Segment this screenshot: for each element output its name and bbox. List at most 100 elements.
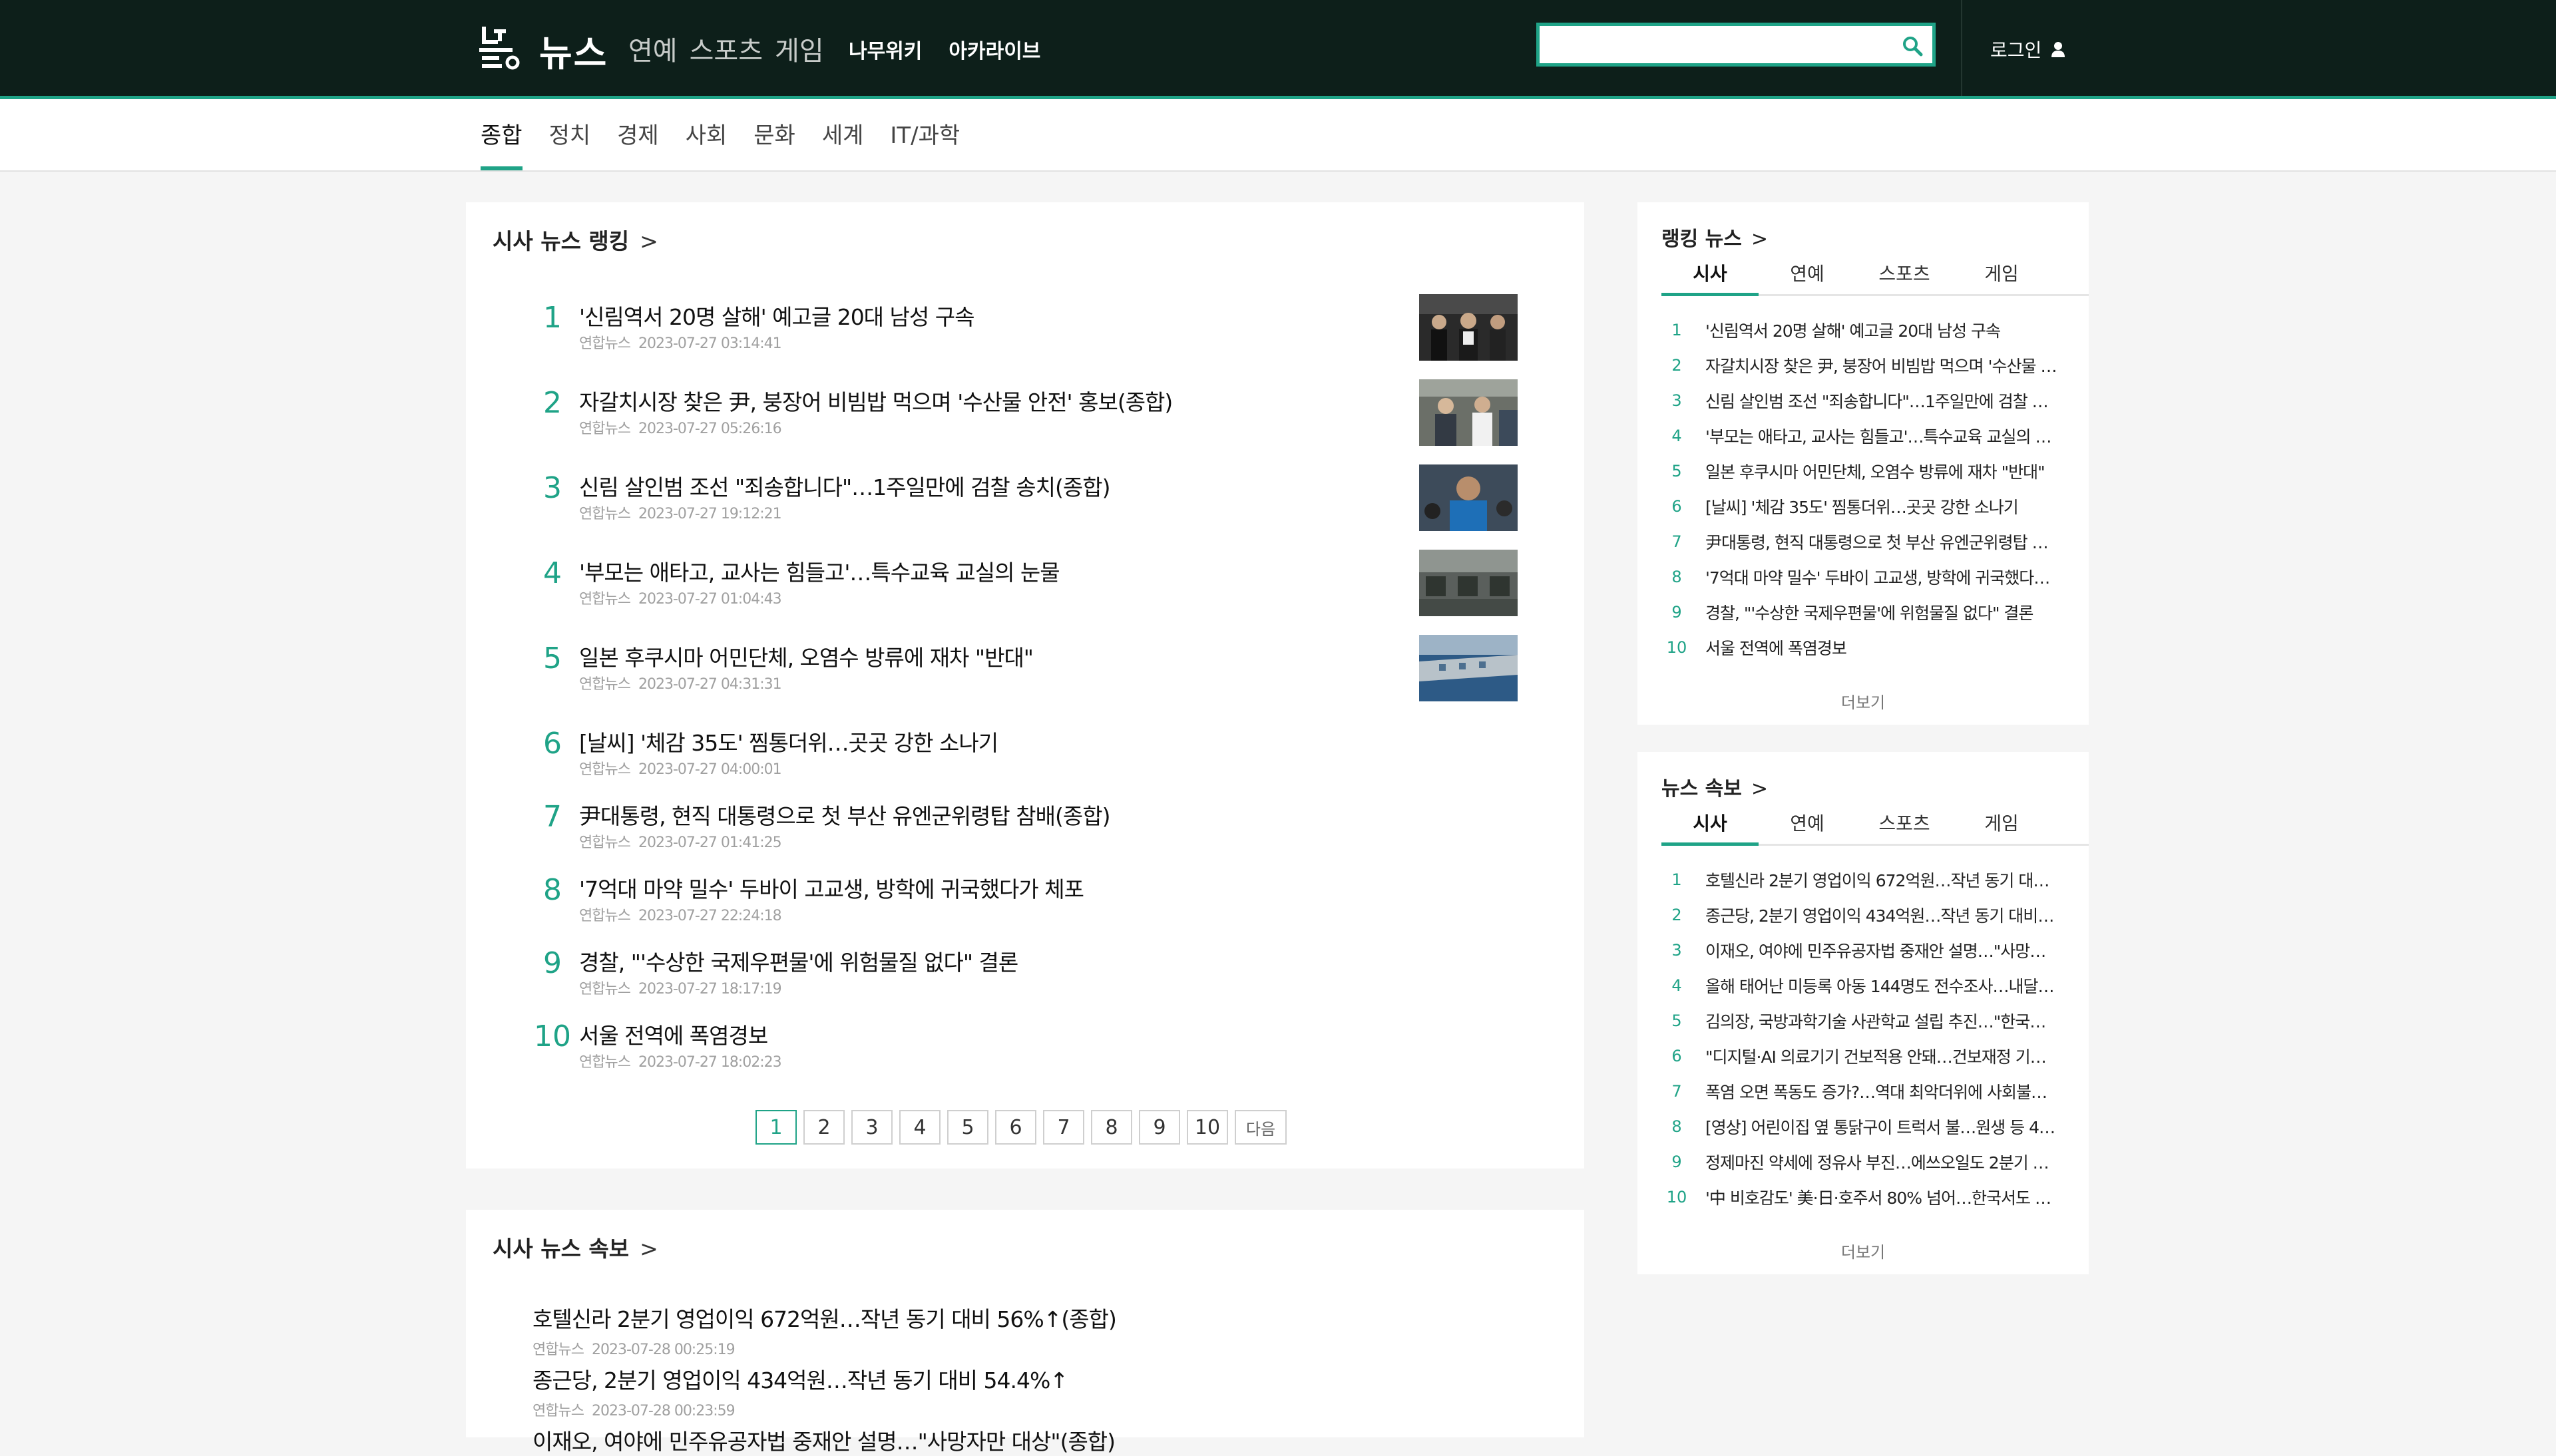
list-item-title[interactable]: [영상] 어린이집 옆 통닭구이 트럭서 불…원생 등 40여명 대피 (1705, 1115, 2058, 1139)
rank-title[interactable]: 尹대통령, 현직 대통령으로 첫 부산 유엔군위령탑 참배(종합) (579, 799, 1110, 830)
tab-culture[interactable]: 문화 (753, 99, 795, 170)
page-10-button[interactable]: 10 (1187, 1110, 1228, 1145)
list-item-title[interactable]: 이재오, 여야에 민주유공자법 중재안 설명…"사망자만 대상"(종합) (1705, 938, 2058, 962)
list-item[interactable]: 6 "디지털·AI 의료기기 건보적용 안돼…건보재정 기업 돈벌이에 써선 안돼… (1661, 1038, 2061, 1073)
arcalive-link[interactable]: 아카라이브 (949, 35, 1040, 64)
tab-economy[interactable]: 경제 (617, 99, 659, 170)
list-item-title[interactable]: "디지털·AI 의료기기 건보적용 안돼…건보재정 기업 돈벌이에 써선 안돼" (1705, 1044, 2058, 1068)
tab-politics[interactable]: 정치 (549, 99, 591, 170)
rank-title[interactable]: '신림역서 20명 살해' 예고글 20대 남성 구속 (579, 299, 974, 331)
list-item-title[interactable]: 정제마진 약세에 정유사 부진…에쓰오일도 2분기 영업익 급감 (1705, 1150, 2058, 1174)
rank-title[interactable]: '부모는 애타고, 교사는 힘들고'…특수교육 교실의 눈물 (579, 555, 1060, 587)
flash-panel-title[interactable]: 시사 뉴스 속보 > (493, 1231, 658, 1263)
namuwiki-link[interactable]: 나무위키 (849, 35, 922, 64)
list-item-title[interactable]: 폭염 오면 폭동도 증가?…역대 최악더위에 사회불안 우려도 (1705, 1079, 2058, 1103)
list-item[interactable]: 2 종근당, 2분기 영업이익 434억원…작년 동기 대비 54.4%↑ (1661, 897, 2061, 932)
list-item[interactable]: 8 [영상] 어린이집 옆 통닭구이 트럭서 불…원생 등 40여명 대피 (1661, 1109, 2061, 1144)
flash-news-row[interactable]: 이재오, 여야에 민주유공자법 중재안 설명…"사망자만 대상"(종합) (532, 1424, 1116, 1456)
page-5-button[interactable]: 5 (947, 1110, 988, 1145)
list-item[interactable]: 4 올해 태어난 미등록 아동 144명도 전수조사…내달 7일부터 (1661, 968, 2061, 1003)
list-item-title[interactable]: 김의장, 국방과학기술 사관학교 설립 추진…"한국형 탈피오트" (1705, 1009, 2058, 1033)
news-thumbnail-4[interactable] (1419, 550, 1518, 616)
list-item[interactable]: 1 호텔신라 2분기 영업이익 672억원…작년 동기 대비 56%↑(종합) (1661, 862, 2061, 897)
page-2-button[interactable]: 2 (803, 1110, 845, 1145)
more-link[interactable]: 더보기 (1637, 1239, 2089, 1262)
list-item[interactable]: 5 김의장, 국방과학기술 사관학교 설립 추진…"한국형 탈피오트" (1661, 1003, 2061, 1038)
list-item-title[interactable]: 서울 전역에 폭염경보 (1705, 636, 2058, 659)
list-item[interactable]: 10 서울 전역에 폭염경보 (1661, 630, 2061, 665)
news-thumbnail-5[interactable] (1419, 635, 1518, 701)
list-item[interactable]: 7 폭염 오면 폭동도 증가?…역대 최악더위에 사회불안 우려도 (1661, 1073, 2061, 1109)
list-item[interactable]: 2 자갈치시장 찾은 尹, 붕장어 비빔밥 먹으며 '수산물 안전' 홍보(종합) (1661, 347, 2061, 383)
list-item[interactable]: 9 경찰, "'수상한 국제우편물'에 위험물질 없다" 결론 (1661, 594, 2061, 630)
list-item[interactable]: 3 이재오, 여야에 민주유공자법 중재안 설명…"사망자만 대상"(종합) (1661, 932, 2061, 968)
category-link-entertainment[interactable]: 연예 (628, 29, 678, 68)
rank-title[interactable]: 신림 살인범 조선 "죄송합니다"…1주일만에 검찰 송치(종합) (579, 470, 1110, 502)
list-item-title[interactable]: '신림역서 20명 살해' 예고글 20대 남성 구속 (1705, 318, 2058, 342)
ranking-widget-title[interactable]: 랭킹 뉴스 > (1661, 222, 1768, 252)
page-3-button[interactable]: 3 (851, 1110, 893, 1145)
list-item-title[interactable]: 경찰, "'수상한 국제우편물'에 위험물질 없다" 결론 (1705, 600, 2058, 624)
list-item[interactable]: 1 '신림역서 20명 살해' 예고글 20대 남성 구속 (1661, 312, 2061, 347)
page-4-button[interactable]: 4 (899, 1110, 941, 1145)
page-6-button[interactable]: 6 (995, 1110, 1036, 1145)
news-thumbnail-3[interactable] (1419, 464, 1518, 531)
page-8-button[interactable]: 8 (1091, 1110, 1132, 1145)
list-item[interactable]: 5 일본 후쿠시마 어민단체, 오염수 방류에 재차 "반대" (1661, 453, 2061, 488)
rank-title[interactable]: 일본 후쿠시마 어민단체, 오염수 방류에 재차 "반대" (579, 640, 1034, 672)
list-item[interactable]: 9 정제마진 약세에 정유사 부진…에쓰오일도 2분기 영업익 급감 (1661, 1144, 2061, 1179)
list-item-title[interactable]: 尹대통령, 현직 대통령으로 첫 부산 유엔군위령탑 참배(종합) (1705, 530, 2058, 554)
page-7-button[interactable]: 7 (1043, 1110, 1084, 1145)
ranking-panel-title[interactable]: 시사 뉴스 랭킹 > (493, 224, 658, 256)
page-9-button[interactable]: 9 (1139, 1110, 1180, 1145)
list-item[interactable]: 10 '中 비호감도' 美·日·호주서 80% 넘어…한국서도 77% (1661, 1179, 2061, 1214)
news-thumbnail-2[interactable] (1419, 379, 1518, 446)
rank-title[interactable]: [날씨] '체감 35도' 찜통더위…곳곳 강한 소나기 (579, 725, 998, 757)
flash-news-title[interactable]: 종근당, 2분기 영업이익 434억원…작년 동기 대비 54.4%↑ (532, 1363, 1068, 1395)
rank-title[interactable]: '7억대 마약 밀수' 두바이 고교생, 방학에 귀국했다가 체포 (579, 872, 1084, 904)
page-1-button[interactable]: 1 (755, 1110, 797, 1145)
flash-news-row[interactable]: 호텔신라 2분기 영업이익 672억원…작년 동기 대비 56%↑(종합) 연합… (532, 1302, 1117, 1359)
search-input[interactable] (1548, 26, 1896, 63)
list-item-title[interactable]: 호텔신라 2분기 영업이익 672억원…작년 동기 대비 56%↑(종합) (1705, 868, 2058, 892)
list-item[interactable]: 7 尹대통령, 현직 대통령으로 첫 부산 유엔군위령탑 참배(종합) (1661, 524, 2061, 559)
tab-game[interactable]: 게임 (1953, 807, 2050, 846)
list-item-title[interactable]: '中 비호감도' 美·日·호주서 80% 넘어…한국서도 77% (1705, 1185, 2058, 1209)
list-item[interactable]: 8 '7억대 마약 밀수' 두바이 고교생, 방학에 귀국했다가 체포 (1661, 559, 2061, 594)
next-page-button[interactable]: 다음 (1235, 1110, 1287, 1145)
tab-sports[interactable]: 스포츠 (1856, 807, 1953, 846)
list-item-title[interactable]: 종근당, 2분기 영업이익 434억원…작년 동기 대비 54.4%↑ (1705, 903, 2058, 927)
flash-news-row[interactable]: 종근당, 2분기 영업이익 434억원…작년 동기 대비 54.4%↑ 연합뉴스… (532, 1363, 1068, 1420)
list-item-title[interactable]: 신림 살인범 조선 "죄송합니다"…1주일만에 검찰 송치(종합) (1705, 389, 2058, 413)
rank-title[interactable]: 경찰, "'수상한 국제우편물'에 위험물질 없다" 결론 (579, 945, 1018, 977)
tab-general[interactable]: 종합 (481, 99, 523, 170)
list-item-title[interactable]: 자갈치시장 찾은 尹, 붕장어 비빔밥 먹으며 '수산물 안전' 홍보(종합) (1705, 353, 2058, 377)
flash-widget-title[interactable]: 뉴스 속보 > (1661, 772, 1768, 801)
tab-entertainment[interactable]: 연예 (1759, 257, 1856, 296)
list-item-title[interactable]: [날씨] '체감 35도' 찜통더위…곳곳 강한 소나기 (1705, 494, 2058, 518)
list-item[interactable]: 6 [날씨] '체감 35도' 찜통더위…곳곳 강한 소나기 (1661, 488, 2061, 524)
tab-entertainment[interactable]: 연예 (1759, 807, 1856, 846)
list-item[interactable]: 4 '부모는 애타고, 교사는 힘들고'…특수교육 교실의 눈물 (1661, 418, 2061, 453)
tab-game[interactable]: 게임 (1953, 257, 2050, 296)
tab-sports[interactable]: 스포츠 (1856, 257, 1953, 296)
more-link[interactable]: 더보기 (1637, 689, 2089, 713)
search-icon[interactable] (1900, 34, 1924, 58)
tab-world[interactable]: 세계 (822, 99, 864, 170)
list-item-title[interactable]: 올해 태어난 미등록 아동 144명도 전수조사…내달 7일부터 (1705, 974, 2058, 998)
category-link-game[interactable]: 게임 (775, 29, 824, 68)
tab-it-science[interactable]: IT/과학 (890, 99, 960, 170)
news-thumbnail-1[interactable] (1419, 294, 1518, 361)
flash-news-title[interactable]: 이재오, 여야에 민주유공자법 중재안 설명…"사망자만 대상"(종합) (532, 1424, 1116, 1456)
category-link-sports[interactable]: 스포츠 (690, 29, 763, 68)
tab-current-affairs[interactable]: 시사 (1661, 807, 1759, 846)
list-item-title[interactable]: '부모는 애타고, 교사는 힘들고'…특수교육 교실의 눈물 (1705, 424, 2058, 448)
list-item-title[interactable]: 일본 후쿠시마 어민단체, 오염수 방류에 재차 "반대" (1705, 459, 2058, 483)
list-item[interactable]: 3 신림 살인범 조선 "죄송합니다"…1주일만에 검찰 송치(종합) (1661, 383, 2061, 418)
tab-current-affairs[interactable]: 시사 (1661, 257, 1759, 296)
site-logo-icon[interactable] (479, 24, 523, 71)
rank-title[interactable]: 서울 전역에 폭염경보 (579, 1018, 768, 1050)
login-button[interactable]: 로그인 (1990, 36, 2067, 63)
tab-society[interactable]: 사회 (686, 99, 728, 170)
rank-title[interactable]: 자갈치시장 찾은 尹, 붕장어 비빔밥 먹으며 '수산물 안전' 홍보(종합) (579, 385, 1173, 417)
